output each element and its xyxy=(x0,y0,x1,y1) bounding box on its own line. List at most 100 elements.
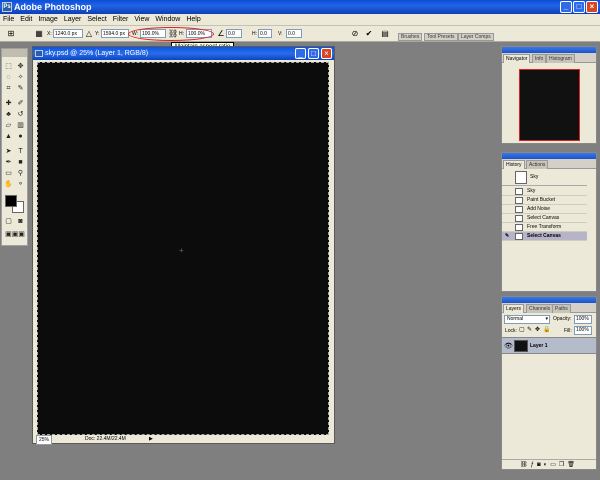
photoshop-logo-icon: Ps xyxy=(2,2,12,12)
v-skew-field[interactable]: 0.0 xyxy=(286,29,302,38)
minimize-button[interactable]: _ xyxy=(560,1,572,13)
history-snapshot[interactable]: Sky xyxy=(502,170,587,186)
slice-tool-icon[interactable]: ✎ xyxy=(15,84,26,94)
history-state[interactable]: Free Transform xyxy=(502,223,587,232)
menu-filter[interactable]: Filter xyxy=(110,14,132,26)
layer-mask-icon[interactable]: ◙ xyxy=(537,462,544,468)
history-brush-source-icon: ✎ xyxy=(505,233,510,239)
shape-tool-icon[interactable]: ■ xyxy=(15,158,26,168)
doc-minimize-button[interactable]: _ xyxy=(295,48,306,59)
fill-field[interactable]: 100% xyxy=(574,326,592,335)
healing-brush-tool-icon[interactable]: ✚ xyxy=(3,99,14,109)
move-tool-icon[interactable]: ✥ xyxy=(15,62,26,72)
tab-history[interactable]: History xyxy=(503,160,525,169)
menu-file[interactable]: File xyxy=(0,14,17,26)
selection-icon xyxy=(515,233,523,240)
eye-visibility-icon[interactable]: 👁 xyxy=(504,342,513,350)
history-panel: History Actions Sky Sky Paint Bucket Add… xyxy=(501,152,597,292)
dodge-tool-icon[interactable]: ● xyxy=(15,132,26,142)
path-selection-tool-icon[interactable]: ➤ xyxy=(3,147,14,157)
navigator-thumbnail[interactable] xyxy=(519,69,580,141)
file-browser-icon[interactable]: ▤ xyxy=(380,29,390,39)
zoom-level[interactable]: 25% xyxy=(36,435,53,445)
magic-wand-tool-icon[interactable]: ✧ xyxy=(15,73,26,83)
lock-image-icon[interactable]: ✎ xyxy=(527,326,532,333)
lock-transparency-icon[interactable]: ▢ xyxy=(519,326,525,333)
lock-position-icon[interactable]: ✥ xyxy=(535,326,540,333)
lasso-tool-icon[interactable]: ◌ xyxy=(3,73,14,83)
layers-footer: ⛓ƒ◙◐▭❐🗑 xyxy=(502,459,596,469)
angle-field[interactable]: 0.0 xyxy=(226,29,242,38)
canvas[interactable]: + xyxy=(37,62,329,435)
new-group-icon[interactable]: ▭ xyxy=(550,462,559,468)
clone-stamp-tool-icon[interactable]: ♣ xyxy=(3,110,14,120)
tab-paths[interactable]: Paths xyxy=(552,304,571,313)
tab-info[interactable]: Info xyxy=(532,54,547,63)
relative-position-icon[interactable]: △ xyxy=(84,29,94,39)
tab-histogram[interactable]: Histogram xyxy=(546,54,575,63)
link-layers-icon[interactable]: ⛓ xyxy=(520,462,531,468)
type-tool-icon[interactable]: T xyxy=(15,147,26,157)
v-skew-label: V: xyxy=(278,31,283,37)
well-tab-layer-comps[interactable]: Layer Comps xyxy=(458,33,494,41)
blend-mode-select[interactable]: Normal ▾ xyxy=(504,315,550,324)
screen-mode-icon[interactable]: ▣▣▣ xyxy=(3,230,27,240)
lock-all-icon[interactable]: 🔒 xyxy=(543,326,550,333)
hand-tool-icon[interactable]: ✋ xyxy=(3,180,14,190)
history-state-selected[interactable]: ✎ Select Canvas xyxy=(502,232,587,241)
doc-close-button[interactable]: × xyxy=(321,48,332,59)
reference-point-icon[interactable]: ▦ xyxy=(34,29,44,39)
doc-maximize-button[interactable]: □ xyxy=(308,48,319,59)
transform-tool-icon[interactable]: ⊞ xyxy=(6,29,16,39)
opacity-field[interactable]: 100% xyxy=(574,315,592,324)
h-skew-field[interactable]: 0.0 xyxy=(258,29,272,38)
history-state[interactable]: Add Noise xyxy=(502,205,587,214)
well-tab-tool-presets[interactable]: Tool Presets xyxy=(424,33,458,41)
well-tab-brushes[interactable]: Brushes xyxy=(398,33,423,41)
doc-info: Doc: 22.4M/22.4M xyxy=(85,436,126,442)
eyedropper-tool-icon[interactable]: ⚲ xyxy=(15,169,26,179)
menu-layer[interactable]: Layer xyxy=(61,14,85,26)
crop-tool-icon[interactable]: ⌗ xyxy=(3,84,14,94)
eraser-tool-icon[interactable]: ▱ xyxy=(3,121,14,131)
x-field[interactable]: 1240.0 px xyxy=(53,29,83,38)
history-state[interactable]: Sky xyxy=(502,187,587,196)
standard-mode-icon[interactable]: ▢ xyxy=(3,217,14,227)
menu-help[interactable]: Help xyxy=(183,14,203,26)
tab-layers[interactable]: Layers xyxy=(503,304,525,313)
tab-channels[interactable]: Channels xyxy=(526,304,554,313)
highlight-ring xyxy=(128,27,214,41)
y-field[interactable]: 1594.0 px xyxy=(101,29,129,38)
tab-navigator[interactable]: Navigator xyxy=(503,54,531,63)
history-state-icon xyxy=(515,188,523,195)
history-state[interactable]: Paint Bucket xyxy=(502,196,587,205)
pen-tool-icon[interactable]: ✒ xyxy=(3,158,14,168)
chevron-down-icon: ▾ xyxy=(545,316,548,322)
status-menu-arrow-icon[interactable]: ▶ xyxy=(149,435,153,443)
quick-mask-icon[interactable]: ◙ xyxy=(15,217,26,227)
close-button[interactable]: × xyxy=(586,1,598,13)
menu-bar: File Edit Image Layer Select Filter View Window… xyxy=(0,14,600,26)
history-brush-tool-icon[interactable]: ↺ xyxy=(15,110,26,120)
marquee-tool-icon[interactable]: ⬚ xyxy=(3,62,14,72)
tab-actions[interactable]: Actions xyxy=(526,160,549,169)
gradient-tool-icon[interactable]: ▥ xyxy=(15,121,26,131)
warp-mode-icon[interactable]: ⊘ xyxy=(350,29,360,39)
menu-select[interactable]: Select xyxy=(84,14,109,26)
foreground-color-swatch[interactable] xyxy=(5,195,17,207)
brush-tool-icon[interactable]: ✐ xyxy=(15,99,26,109)
delete-layer-icon[interactable]: 🗑 xyxy=(567,462,578,468)
zoom-tool-icon[interactable]: ⚬ xyxy=(15,180,26,190)
commit-check-icon[interactable]: ✔ xyxy=(364,29,374,39)
history-state[interactable]: Select Canvas xyxy=(502,214,587,223)
h-skew-label: H: xyxy=(252,31,257,37)
menu-view[interactable]: View xyxy=(131,14,152,26)
menu-image[interactable]: Image xyxy=(35,14,60,26)
blur-tool-icon[interactable]: ▲ xyxy=(3,132,14,142)
menu-window[interactable]: Window xyxy=(152,14,183,26)
notes-tool-icon[interactable]: ▭ xyxy=(3,169,14,179)
maximize-button[interactable]: □ xyxy=(573,1,585,13)
menu-edit[interactable]: Edit xyxy=(17,14,35,26)
layer-row[interactable]: 👁 Layer 1 xyxy=(502,337,596,354)
crosshair-icon: + xyxy=(179,246,184,255)
